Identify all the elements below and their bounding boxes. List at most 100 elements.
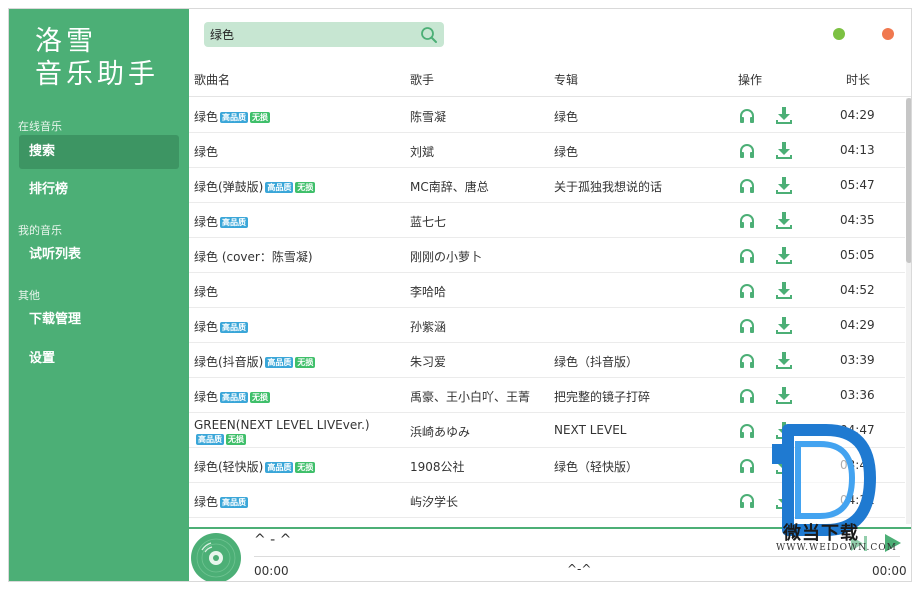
download-icon[interactable] [775, 141, 793, 160]
table-row[interactable]: 绿色(抖音版) 高品质 无损 朱习爱 绿色（抖音版） 03:39 [189, 343, 905, 378]
sidebar-item-settings[interactable]: 设置 [19, 342, 179, 376]
table-row[interactable]: 绿色(弹鼓版) 高品质 无损 MC南辞、唐总 关于孤独我想说的话 05:47 [189, 168, 905, 203]
hq-badge: 高品质 [220, 217, 249, 228]
download-icon[interactable] [775, 176, 793, 195]
song-name: 绿色 [194, 215, 219, 229]
headphones-icon[interactable] [738, 457, 756, 475]
table-header: 歌曲名 歌手 专辑 操作 时长 [189, 67, 911, 97]
album-cell: 绿色 [554, 145, 579, 159]
logo-line-2: 音乐助手 [35, 59, 159, 90]
logo-line-1: 洛雪 [35, 26, 97, 57]
album-cell: 关于孤独我想说的话 [554, 180, 663, 194]
song-name: 绿色 [194, 320, 219, 334]
scrollbar[interactable] [906, 98, 911, 524]
search-icon[interactable] [420, 26, 438, 44]
duration-cell: 04:13 [840, 143, 875, 157]
download-icon[interactable] [775, 246, 793, 265]
singer-cell: 陈雪凝 [410, 110, 447, 124]
scrollbar-thumb[interactable] [906, 98, 911, 263]
hq-badge: 高品质 [265, 357, 294, 368]
hq-badge: 高品质 [220, 392, 249, 403]
search-box [204, 22, 444, 47]
duration-cell: 04:29 [840, 318, 875, 332]
song-name: 绿色(弹鼓版) [194, 180, 264, 194]
duration-cell: 04:35 [840, 213, 875, 227]
sidebar-section-online-music: 在线音乐 [18, 120, 62, 133]
table-row[interactable]: 绿色 刘斌 绿色 04:13 [189, 133, 905, 168]
album-cell: 绿色 [554, 110, 579, 124]
headphones-icon[interactable] [738, 352, 756, 370]
song-name-cell: 绿色 高品质 无损 [194, 388, 271, 405]
album-cell: NEXT LEVEL [554, 423, 627, 437]
download-icon[interactable] [775, 106, 793, 125]
headphones-icon[interactable] [738, 387, 756, 405]
song-name: GREEN(NEXT LEVEL LIVEver.) [194, 418, 370, 432]
total-time: 00:00 [872, 564, 907, 578]
header-singer: 歌手 [410, 73, 435, 87]
singer-cell: 屿汐学长 [410, 495, 459, 509]
headphones-icon[interactable] [738, 492, 756, 510]
sidebar-section-other: 其他 [18, 289, 40, 302]
song-name: 绿色 [194, 285, 219, 299]
download-icon[interactable] [775, 386, 793, 405]
header-song-name: 歌曲名 [194, 73, 231, 87]
table-row[interactable]: 绿色 高品质 蓝七七 04:35 [189, 203, 905, 238]
singer-cell: MC南辞、唐总 [410, 180, 489, 194]
table-row[interactable]: 绿色 (cover：陈雪凝) 刚刚の小萝卜 05:05 [189, 238, 905, 273]
lossless-badge: 无损 [226, 434, 246, 445]
singer-cell: 孙紫涵 [410, 320, 447, 334]
app-logo: 洛雪 音乐助手 [35, 25, 159, 91]
sidebar-item-preview-list[interactable]: 试听列表 [19, 238, 179, 272]
table-row[interactable]: 绿色 高品质 孙紫涵 04:29 [189, 308, 905, 343]
watermark-url: WWW.WEIDOWN.COM [776, 543, 897, 553]
singer-cell: 李哈哈 [410, 285, 447, 299]
close-button[interactable] [882, 28, 894, 40]
song-name-cell: 绿色 (cover：陈雪凝) [194, 248, 313, 265]
sidebar-item-downloads[interactable]: 下载管理 [19, 303, 179, 337]
sidebar-item-charts[interactable]: 排行榜 [19, 173, 179, 207]
disc-icon [191, 533, 241, 581]
headphones-icon[interactable] [738, 177, 756, 195]
song-name: 绿色 (cover：陈雪凝) [194, 250, 313, 264]
album-cell: 绿色（抖音版） [554, 355, 639, 369]
table-row[interactable]: 绿色 李哈哈 04:52 [189, 273, 905, 308]
table-row[interactable]: 绿色 高品质 无损 禹豪、王小白吖、王菁 把完整的镜子打碎 03:36 [189, 378, 905, 413]
download-icon[interactable] [775, 281, 793, 300]
duration-cell: 04:29 [840, 108, 875, 122]
hq-badge: 高品质 [196, 434, 224, 445]
song-name-cell: 绿色(轻快版) 高品质 无损 [194, 458, 316, 475]
song-name-cell: 绿色 [194, 143, 218, 160]
duration-cell: 03:36 [840, 388, 875, 402]
singer-cell: 蓝七七 [410, 215, 447, 229]
song-name-cell: 绿色 高品质 无损 [194, 108, 271, 125]
headphones-icon[interactable] [738, 107, 756, 125]
hq-badge: 高品质 [265, 182, 294, 193]
now-playing-title: ^ - ^ [254, 532, 292, 548]
sidebar-item-search[interactable]: 搜索 [19, 135, 179, 169]
download-icon[interactable] [775, 316, 793, 335]
download-icon[interactable] [775, 211, 793, 230]
song-name-cell: GREEN(NEXT LEVEL LIVEver.) 高品质 无损 [194, 418, 399, 446]
lossless-badge: 无损 [250, 112, 271, 123]
hq-badge: 高品质 [220, 322, 249, 333]
sidebar-section-my-music: 我的音乐 [18, 224, 62, 237]
headphones-icon[interactable] [738, 142, 756, 160]
song-name-cell: 绿色 高品质 [194, 318, 249, 335]
minimize-button[interactable] [833, 28, 845, 40]
album-cell: 绿色（轻快版） [554, 460, 639, 474]
song-name-cell: 绿色 高品质 [194, 493, 249, 510]
headphones-icon[interactable] [738, 247, 756, 265]
headphones-icon[interactable] [738, 422, 756, 440]
search-input[interactable] [210, 22, 410, 47]
singer-cell: 1908公社 [410, 460, 465, 474]
headphones-icon[interactable] [738, 212, 756, 230]
headphones-icon[interactable] [738, 317, 756, 335]
download-icon[interactable] [775, 351, 793, 370]
album-cell: 把完整的镜子打碎 [554, 390, 651, 404]
song-name: 绿色 [194, 110, 219, 124]
table-row[interactable]: 绿色 高品质 无损 陈雪凝 绿色 04:29 [189, 98, 905, 133]
headphones-icon[interactable] [738, 282, 756, 300]
singer-cell: 刘斌 [410, 145, 435, 159]
elapsed-time: 00:00 [254, 564, 289, 578]
song-name: 绿色(抖音版) [194, 355, 264, 369]
